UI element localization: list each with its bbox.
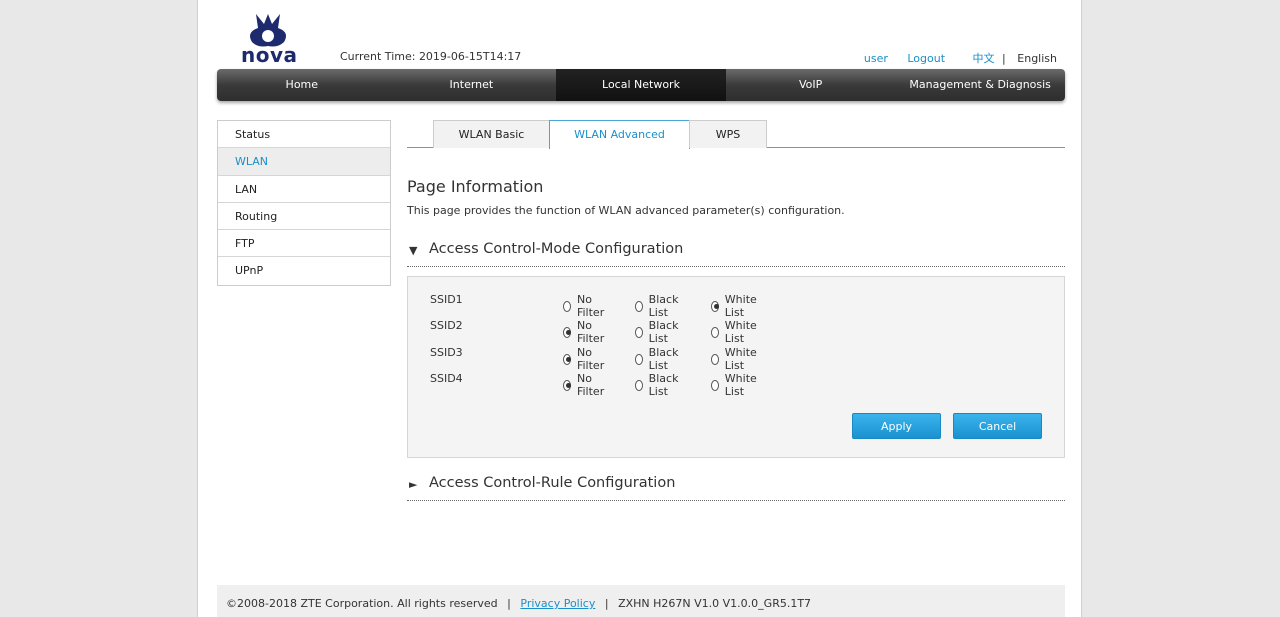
option-label: No Filter	[576, 346, 605, 372]
radio-ssid2-black-list[interactable]: Black List	[635, 319, 682, 345]
privacy-policy-link[interactable]: Privacy Policy	[520, 597, 595, 610]
page-title: Page Information	[407, 177, 544, 196]
nav-home[interactable]: Home	[217, 69, 387, 101]
footer-separator: |	[604, 597, 609, 610]
option-label: Black List	[648, 293, 679, 319]
radio-ssid1-white-list[interactable]: White List	[711, 293, 760, 319]
radio-ssid3-black-list[interactable]: Black List	[635, 346, 682, 372]
radio-ssid1-black-list[interactable]: Black List	[635, 293, 682, 319]
lang-english-link[interactable]: English	[1017, 52, 1057, 65]
user-link[interactable]: user	[864, 52, 888, 65]
option-label: White List	[724, 319, 757, 345]
current-time-label: Current Time:	[340, 50, 416, 63]
apply-button[interactable]: Apply	[852, 413, 941, 439]
radio-ssid2-no-filter[interactable]: No Filter	[563, 319, 607, 345]
section-access-control-rule[interactable]: ► Access Control-Rule Configuration	[407, 475, 1065, 501]
radio-icon	[563, 300, 571, 312]
top-links: user Logout 中文 | English	[860, 50, 1057, 66]
radio-icon	[635, 353, 643, 365]
radio-icon	[635, 379, 643, 391]
page-description: This page provides the function of WLAN …	[407, 204, 845, 217]
sidebar-item-routing[interactable]: Routing	[218, 202, 390, 231]
option-label: White List	[724, 372, 757, 398]
sidebar-item-status[interactable]: Status	[218, 121, 390, 149]
option-label: No Filter	[576, 319, 605, 345]
section-title-rule: Access Control-Rule Configuration	[429, 475, 676, 491]
lang-chinese-link[interactable]: 中文	[973, 52, 995, 65]
radio-checked-icon	[711, 300, 719, 312]
footer-separator: |	[507, 597, 511, 610]
radio-ssid3-white-list[interactable]: White List	[711, 346, 760, 372]
cancel-button[interactable]: Cancel	[953, 413, 1042, 439]
expand-right-icon: ►	[409, 478, 418, 491]
radio-icon	[711, 379, 719, 391]
ssid-label: SSID1	[430, 293, 463, 306]
logout-link[interactable]: Logout	[907, 52, 945, 65]
radio-icon	[711, 326, 719, 338]
main-nav: Home Internet Local Network VoIP Managem…	[217, 69, 1065, 101]
option-label: No Filter	[576, 293, 605, 319]
option-label: Black List	[648, 346, 679, 372]
radio-ssid2-white-list[interactable]: White List	[711, 319, 760, 345]
radio-ssid4-black-list[interactable]: Black List	[635, 372, 682, 398]
current-time-value: 2019-06-15T14:17	[418, 50, 522, 63]
tab-bar: WLAN Basic WLAN Advanced WPS	[407, 120, 1065, 149]
sidebar-item-lan[interactable]: LAN	[218, 175, 390, 203]
section-access-control-mode[interactable]: ▼ Access Control-Mode Configuration	[407, 241, 1065, 267]
option-label: Black List	[648, 319, 679, 345]
nav-voip[interactable]: VoIP	[726, 69, 896, 101]
tab-wlan-basic[interactable]: WLAN Basic	[433, 120, 550, 148]
nav-internet[interactable]: Internet	[387, 69, 557, 101]
radio-ssid3-no-filter[interactable]: No Filter	[563, 346, 607, 372]
page-container: nova Current Time: 2019-06-15T14:17 user…	[197, 0, 1082, 617]
radio-icon	[711, 353, 719, 365]
radio-icon	[635, 326, 643, 338]
sidebar-item-ftp[interactable]: FTP	[218, 230, 390, 258]
ssid-label: SSID2	[430, 319, 463, 332]
radio-checked-icon	[563, 326, 571, 338]
radio-ssid4-no-filter[interactable]: No Filter	[563, 372, 607, 398]
sidebar-item-wlan[interactable]: WLAN	[218, 148, 390, 176]
access-control-mode-panel: SSID1 No Filter Black List White List SS…	[407, 276, 1065, 458]
copyright-text: ©2008-2018 ZTE Corporation. All rights r…	[226, 597, 498, 610]
tab-wlan-advanced[interactable]: WLAN Advanced	[549, 120, 690, 149]
ssid-label: SSID4	[430, 372, 463, 385]
ssid-label: SSID3	[430, 346, 463, 359]
option-label: No Filter	[576, 372, 605, 398]
radio-checked-icon	[563, 379, 571, 391]
logo-text: nova	[241, 43, 298, 67]
radio-checked-icon	[563, 353, 571, 365]
option-label: Black List	[648, 372, 679, 398]
lang-separator: |	[1002, 52, 1006, 65]
radio-icon	[635, 300, 643, 312]
option-label: White List	[724, 293, 757, 319]
radio-ssid1-no-filter[interactable]: No Filter	[563, 293, 607, 319]
option-label: White List	[724, 346, 757, 372]
radio-ssid4-white-list[interactable]: White List	[711, 372, 760, 398]
nav-management-diagnosis[interactable]: Management & Diagnosis	[895, 69, 1065, 101]
tab-wps[interactable]: WPS	[689, 120, 767, 148]
sidebar: Status WLAN LAN Routing FTP UPnP	[217, 120, 391, 286]
collapse-down-icon: ▼	[409, 244, 418, 257]
section-title-mode: Access Control-Mode Configuration	[429, 241, 684, 257]
current-time: Current Time: 2019-06-15T14:17	[340, 50, 521, 63]
sidebar-item-upnp[interactable]: UPnP	[218, 257, 390, 285]
footer: ©2008-2018 ZTE Corporation. All rights r…	[217, 585, 1065, 617]
version-text: ZXHN H267N V1.0 V1.0.0_GR5.1T7	[618, 597, 812, 610]
nav-local-network[interactable]: Local Network	[556, 69, 726, 101]
